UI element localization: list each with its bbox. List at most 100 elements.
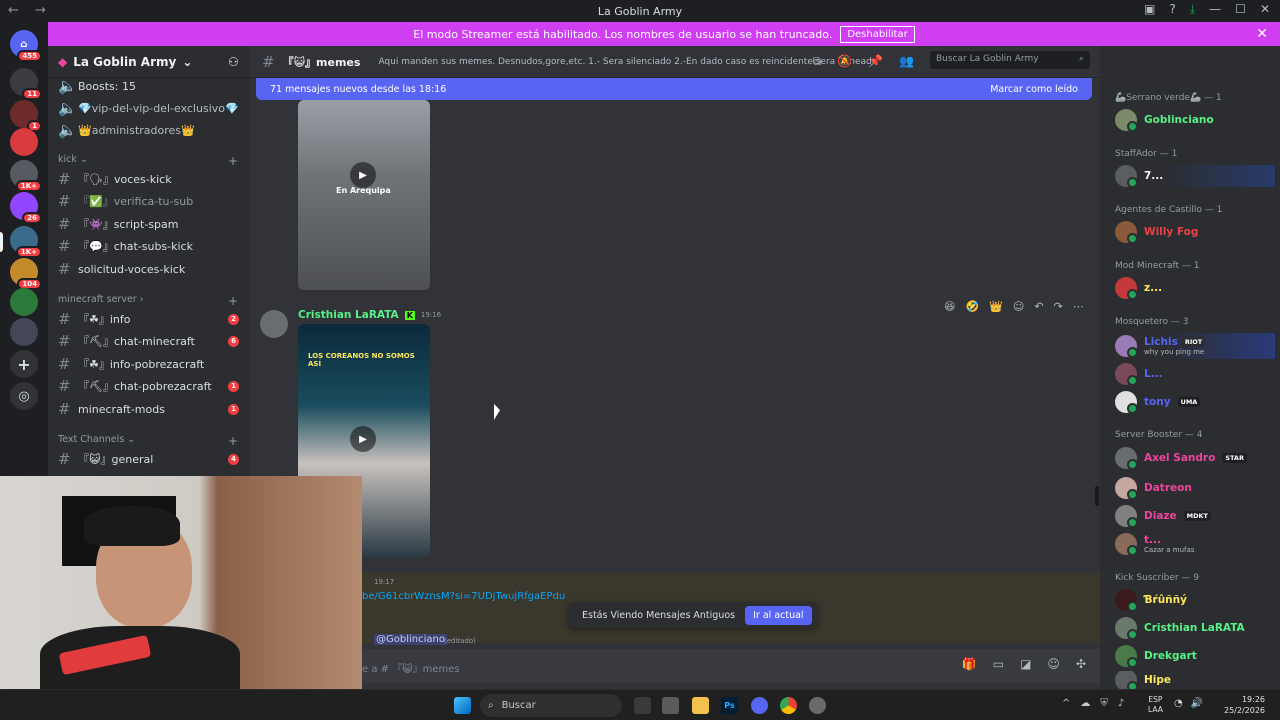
channel-voces-kick[interactable]: # 『🗣』voces-kick: [58, 169, 172, 189]
reaction-icon[interactable]: 😆: [944, 300, 955, 313]
forward-icon[interactable]: ↷: [1054, 300, 1063, 313]
member-item[interactable]: Willy Fog: [1115, 221, 1198, 244]
minimize-icon[interactable]: —: [1209, 2, 1221, 17]
server-2[interactable]: 1: [10, 100, 42, 132]
threads-icon[interactable]: ⧉: [813, 54, 822, 69]
disable-button[interactable]: Deshabilitar: [840, 25, 915, 43]
member-item[interactable]: tony UMA: [1115, 391, 1201, 414]
member-item[interactable]: Ɓŕûññý: [1115, 589, 1187, 612]
search-input[interactable]: Buscar La Goblin Army ⌕: [930, 51, 1090, 69]
category-text[interactable]: Text Channels ⌄ +: [58, 434, 238, 448]
server-4[interactable]: 1K+: [10, 160, 42, 192]
reaction-icon[interactable]: 🤣: [965, 300, 979, 313]
member-item[interactable]: Drekgart: [1115, 645, 1197, 668]
sticker-icon[interactable]: ◪: [1020, 657, 1031, 671]
mic-icon[interactable]: ♪: [1118, 698, 1124, 709]
member-item[interactable]: L...: [1115, 363, 1163, 386]
member-item[interactable]: t... Cazar a mufas: [1115, 533, 1194, 556]
cloud-icon[interactable]: ☁: [1080, 698, 1090, 709]
server-8[interactable]: [10, 288, 38, 316]
channel-chat-pobrezacraft[interactable]: # 『⛏』chat-pobrezacraft 1: [58, 376, 239, 396]
boosts-item[interactable]: 🔈 Boosts: 15: [58, 76, 136, 96]
reply-icon[interactable]: ↶: [1034, 300, 1043, 313]
play-icon[interactable]: ▶: [350, 426, 376, 452]
category-kick[interactable]: kick ⌄ +: [58, 154, 238, 168]
server-5[interactable]: 26: [10, 192, 42, 224]
pin-icon[interactable]: 📌: [868, 54, 883, 69]
volume-icon[interactable]: 🔊: [1191, 698, 1203, 709]
add-server-icon[interactable]: +: [10, 350, 38, 378]
channel-topic[interactable]: Aqui manden sus memes. Desnudos,gore,etc…: [378, 57, 877, 67]
category-minecraft[interactable]: minecraft server › +: [58, 294, 238, 308]
mute-bell-icon[interactable]: 🔕: [837, 54, 852, 69]
discord-icon[interactable]: [751, 697, 768, 714]
taskbar-search[interactable]: ⌕ Buscar: [480, 694, 622, 717]
member-item[interactable]: Goblinciano: [1115, 109, 1214, 132]
close-icon[interactable]: ✕: [1256, 26, 1268, 42]
more-icon[interactable]: ⋯: [1073, 300, 1084, 313]
add-member-icon[interactable]: ⚇: [228, 55, 239, 69]
member-item[interactable]: z...: [1115, 277, 1162, 300]
voice-vip[interactable]: 🔈 💎 vip-del-vip-del-exclusivo 💎: [58, 98, 239, 118]
task-view-icon[interactable]: [634, 697, 651, 714]
member-item[interactable]: Hipe: [1115, 671, 1171, 689]
member-item[interactable]: Diaze MDKT: [1115, 505, 1211, 528]
gif-icon[interactable]: ▭: [993, 657, 1004, 671]
jump-present-button[interactable]: Ir al actual: [745, 605, 812, 625]
server-3[interactable]: [10, 128, 38, 156]
compass-icon[interactable]: ◎: [10, 382, 38, 410]
download-icon[interactable]: ⤓: [1190, 2, 1195, 17]
help-icon[interactable]: ?: [1169, 2, 1175, 17]
app-icon[interactable]: [662, 697, 679, 714]
server-7[interactable]: 104: [10, 258, 42, 290]
plus-icon[interactable]: +: [228, 434, 238, 448]
mention[interactable]: @Goblinciano: [374, 634, 447, 645]
new-messages-bar[interactable]: 71 mensajes nuevos desde las 18:16 Marca…: [256, 78, 1092, 100]
channel-solicitud[interactable]: # solicitud-voces-kick: [58, 259, 185, 279]
channel-general[interactable]: # 『😺』general 4: [58, 449, 239, 469]
guild-header[interactable]: ◆ La Goblin Army ⌄ ⚇: [48, 46, 250, 78]
server-9[interactable]: [10, 318, 38, 346]
play-icon[interactable]: ▶: [350, 162, 376, 188]
server-6[interactable]: 1K+: [10, 226, 42, 258]
channel-minecraft-mods[interactable]: # minecraft-mods 1: [58, 399, 239, 419]
close-icon[interactable]: ✕: [1260, 2, 1270, 17]
inbox-icon[interactable]: ▣: [1144, 2, 1155, 17]
message-composer[interactable]: e a # 『😺』memes 🎁 ▭ ◪ ☺ ✣: [250, 649, 1100, 683]
member-item[interactable]: Cristhian LaRATA: [1115, 617, 1245, 640]
shield-icon[interactable]: ⛨: [1100, 698, 1108, 709]
chrome-icon[interactable]: [780, 697, 797, 714]
members-icon[interactable]: 👥: [899, 54, 914, 69]
channel-chat-subs-kick[interactable]: # 『💬』chat-subs-kick: [58, 236, 193, 256]
wifi-icon[interactable]: ◔: [1174, 698, 1183, 709]
plus-icon[interactable]: +: [228, 154, 238, 168]
video-embed-1[interactable]: En Arequipa ▶: [298, 100, 430, 290]
channel-info[interactable]: # 『☘』info 2: [58, 309, 239, 329]
channel-script-spam[interactable]: # 『👾』script-spam: [58, 214, 179, 234]
mark-read-button[interactable]: Marcar como leído: [990, 84, 1078, 95]
language-indicator[interactable]: ESP LAA: [1148, 695, 1163, 715]
channel-chat-minecraft[interactable]: # 『⛏』chat-minecraft 6: [58, 331, 239, 351]
emoji-icon[interactable]: ☺: [1047, 657, 1060, 671]
member-item[interactable]: Datreon: [1115, 477, 1192, 500]
member-item[interactable]: 7...: [1115, 165, 1275, 188]
channel-verifica[interactable]: # 『✅』verifica-tu-sub: [58, 191, 193, 211]
server-dm[interactable]: ⌂ 455: [10, 30, 42, 62]
apps-icon[interactable]: ✣: [1076, 657, 1086, 671]
app-icon[interactable]: [809, 697, 826, 714]
photoshop-icon[interactable]: Ps: [721, 697, 738, 714]
windows-start-icon[interactable]: [454, 697, 471, 714]
member-item[interactable]: Lichis RIOT why you ping me: [1115, 333, 1275, 359]
clock[interactable]: 19:26 25/2/2026: [1224, 694, 1265, 716]
voice-admins[interactable]: 🔈 👑 administradores 👑: [58, 120, 195, 140]
message-link[interactable]: be/G61cbrWznsM?si=7UDjTwujRfgaEPdu: [362, 591, 565, 602]
member-item[interactable]: Axel Sandro STAR: [1115, 447, 1247, 470]
avatar[interactable]: [260, 310, 288, 338]
plus-icon[interactable]: +: [228, 294, 238, 308]
gift-icon[interactable]: 🎁: [962, 657, 977, 671]
add-reaction-icon[interactable]: ☺: [1013, 300, 1024, 313]
scrollbar-thumb[interactable]: [1095, 486, 1099, 506]
maximize-icon[interactable]: ☐: [1235, 2, 1246, 17]
channel-info-pobrezacraft[interactable]: # 『☘』info-pobrezacraft: [58, 354, 204, 374]
author-name[interactable]: Cristhian LaRATA: [298, 309, 399, 321]
